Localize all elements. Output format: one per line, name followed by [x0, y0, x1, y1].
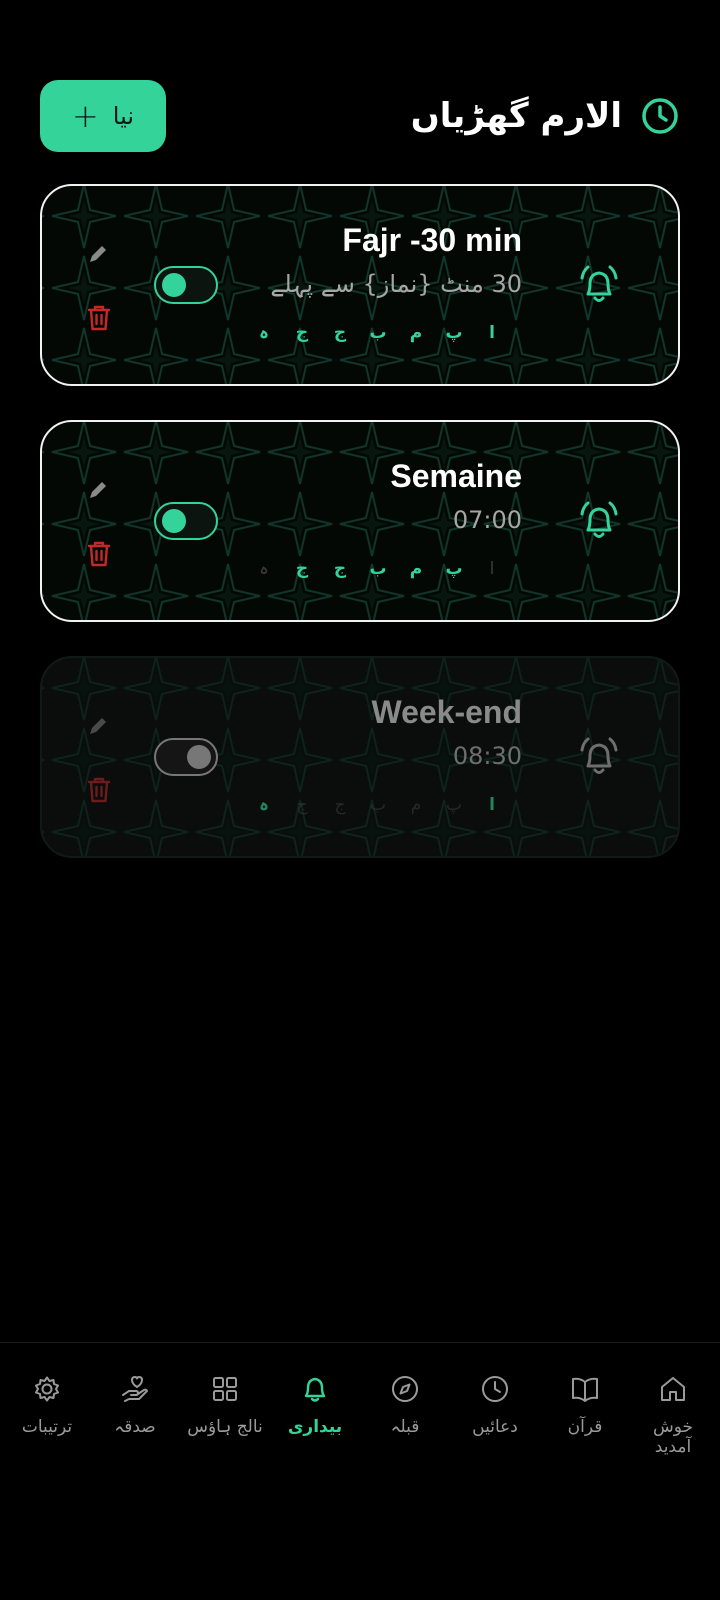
- header: + نیا الارم گھڑیاں: [40, 80, 680, 152]
- settings-icon: [35, 1376, 59, 1402]
- day-chip[interactable]: م: [404, 318, 428, 348]
- alarm-toggle[interactable]: [154, 738, 218, 776]
- alarm-toggle[interactable]: [154, 502, 218, 540]
- new-alarm-button[interactable]: + نیا: [40, 80, 166, 152]
- day-chip[interactable]: ہ: [252, 554, 276, 584]
- compass-icon: [392, 1376, 418, 1402]
- alarm-name: Semaine: [390, 458, 522, 494]
- edit-icon[interactable]: [86, 242, 110, 266]
- alarm-toggle[interactable]: [154, 266, 218, 304]
- home-icon: [661, 1377, 685, 1401]
- nav-item-quran[interactable]: قرآن: [540, 1373, 630, 1437]
- nav-item-knowledge-house[interactable]: نالج ہاؤس: [180, 1373, 270, 1437]
- nav-label: قرآن: [567, 1417, 603, 1437]
- alarm-subtitle: 30 منٹ {نماز} سے پہلے: [270, 270, 522, 298]
- day-chip[interactable]: ا: [480, 790, 504, 820]
- clock-icon: [482, 1376, 508, 1402]
- day-chip[interactable]: ہ: [252, 318, 276, 348]
- page-title: الارم گھڑیاں: [410, 96, 622, 136]
- alarm-bell-icon: [580, 737, 618, 774]
- toggle-knob: [162, 509, 186, 533]
- day-chip[interactable]: ج: [290, 554, 314, 584]
- delete-icon[interactable]: [86, 776, 112, 804]
- day-selector: ا پ م ب ج ج ہ: [252, 790, 512, 820]
- nav-label: قبلہ: [390, 1417, 420, 1437]
- day-selector: ا پ م ب ج ج ہ: [252, 318, 512, 348]
- day-chip[interactable]: پ: [442, 554, 466, 584]
- nav-label: بیداری: [287, 1417, 343, 1437]
- edit-icon[interactable]: [86, 478, 110, 502]
- day-chip[interactable]: ا: [480, 318, 504, 348]
- clock-icon: [642, 98, 678, 134]
- nav-label: صدقہ: [114, 1417, 156, 1437]
- day-chip[interactable]: ج: [328, 318, 352, 348]
- delete-icon[interactable]: [86, 304, 112, 332]
- alarm-card[interactable]: Semaine 07:00 ا پ م ب ج ج ہ: [40, 420, 680, 622]
- nav-label: دعائیں: [472, 1417, 518, 1437]
- charity-icon: [122, 1376, 148, 1402]
- alarm-bell-icon: [580, 501, 618, 538]
- nav-label: نالج ہاؤس: [187, 1417, 263, 1437]
- toggle-knob: [187, 745, 211, 769]
- toggle-knob: [162, 273, 186, 297]
- nav-item-alarms[interactable]: بیداری: [270, 1373, 360, 1437]
- nav-item-qibla[interactable]: قبلہ: [360, 1373, 450, 1437]
- alarm-name: Fajr -30 min: [342, 222, 522, 258]
- alarm-subtitle: 08:30: [452, 742, 522, 770]
- nav-label: ترتیبات: [21, 1417, 73, 1437]
- book-icon: [572, 1377, 598, 1402]
- nav-item-charity[interactable]: صدقہ: [90, 1373, 180, 1437]
- day-chip[interactable]: ہ: [252, 790, 276, 820]
- day-chip[interactable]: ب: [366, 554, 390, 584]
- day-chip[interactable]: ج: [328, 790, 352, 820]
- nav-item-duas[interactable]: دعائیں: [450, 1373, 540, 1437]
- nav-label: خوش آمدید: [652, 1417, 694, 1457]
- day-chip[interactable]: ج: [290, 318, 314, 348]
- day-chip[interactable]: ج: [290, 790, 314, 820]
- nav-item-settings[interactable]: ترتیبات: [2, 1373, 92, 1437]
- day-selector: ا پ م ب ج ج ہ: [252, 554, 512, 584]
- alarm-card[interactable]: Week-end 08:30 ا پ م ب ج ج ہ: [40, 656, 680, 858]
- alarm-name: Week-end: [371, 694, 522, 730]
- day-chip[interactable]: ا: [480, 554, 504, 584]
- bell-icon: [304, 1377, 326, 1402]
- bottom-nav: ترتیبات صدقہ نالج ہاؤس بیداری قبلہ دعائی…: [0, 1342, 720, 1600]
- day-chip[interactable]: پ: [442, 790, 466, 820]
- grid-icon: [213, 1377, 237, 1401]
- day-chip[interactable]: ج: [328, 554, 352, 584]
- delete-icon[interactable]: [86, 540, 112, 568]
- nav-item-welcome[interactable]: خوش آمدید: [628, 1373, 718, 1457]
- alarm-card[interactable]: Fajr -30 min 30 منٹ {نماز} سے پہلے ا پ م…: [40, 184, 680, 386]
- day-chip[interactable]: پ: [442, 318, 466, 348]
- new-alarm-label: نیا: [112, 102, 135, 130]
- day-chip[interactable]: م: [404, 790, 428, 820]
- day-chip[interactable]: م: [404, 554, 428, 584]
- alarm-subtitle: 07:00: [452, 506, 522, 534]
- title-group: الارم گھڑیاں: [411, 80, 680, 152]
- edit-icon[interactable]: [86, 714, 110, 738]
- plus-icon: +: [71, 97, 99, 135]
- alarm-bell-icon: [580, 265, 618, 302]
- day-chip[interactable]: ب: [366, 318, 390, 348]
- day-chip[interactable]: ب: [366, 790, 390, 820]
